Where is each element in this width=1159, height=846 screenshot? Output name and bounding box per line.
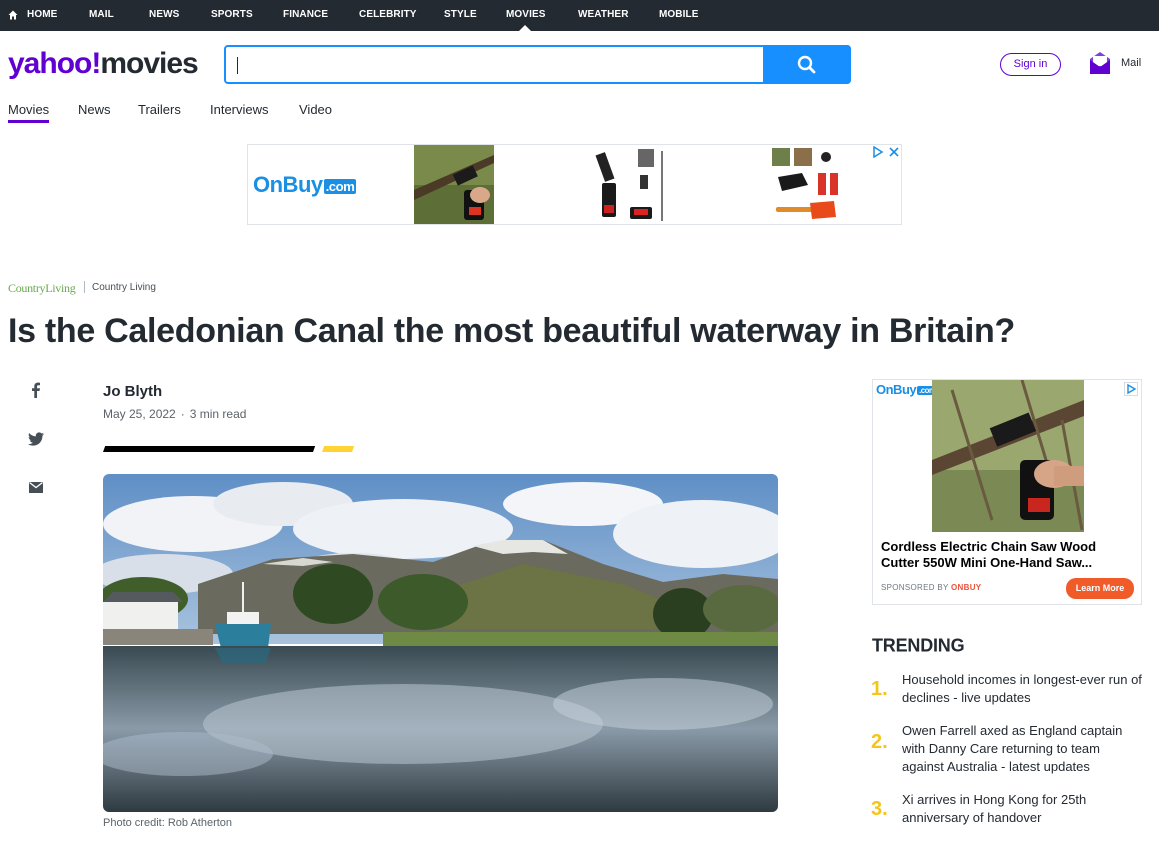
sign-in-button[interactable]: Sign in bbox=[1000, 53, 1061, 76]
sponsored-by-label: SPONSORED BY ONBUY bbox=[881, 583, 982, 592]
search-box[interactable] bbox=[224, 45, 851, 84]
ad-product-image-3 bbox=[770, 145, 850, 224]
ad-product-image-1 bbox=[414, 145, 494, 224]
subnav-interviews[interactable]: Interviews bbox=[210, 102, 269, 117]
home-icon[interactable] bbox=[8, 10, 18, 20]
source-name[interactable]: Country Living bbox=[92, 282, 156, 293]
read-time: 3 min read bbox=[189, 407, 247, 421]
logo-section: movies bbox=[100, 47, 198, 80]
facebook-icon[interactable] bbox=[27, 381, 45, 399]
top-nav-sports[interactable]: SPORTS bbox=[211, 0, 253, 31]
meta-separator: · bbox=[180, 407, 185, 421]
subnav-trailers[interactable]: Trailers bbox=[138, 102, 181, 117]
author-name[interactable]: Jo Blyth bbox=[103, 383, 162, 400]
yahoo-movies-logo[interactable]: yahoo!movies bbox=[8, 44, 199, 84]
article-headline: Is the Caledonian Canal the most beautif… bbox=[8, 312, 1015, 350]
adchoices-icon[interactable] bbox=[1124, 382, 1138, 396]
mail-icon[interactable] bbox=[1089, 51, 1111, 76]
trending-rank: 2. bbox=[871, 731, 888, 753]
learn-more-button[interactable]: Learn More bbox=[1066, 578, 1134, 599]
top-nav-mail[interactable]: MAIL bbox=[89, 0, 114, 31]
top-nav-weather[interactable]: WEATHER bbox=[578, 0, 629, 31]
article-hero-image[interactable] bbox=[103, 474, 778, 812]
top-nav-finance[interactable]: FINANCE bbox=[283, 0, 328, 31]
byline-divider-yellow bbox=[322, 446, 355, 452]
top-nav-style[interactable]: STYLE bbox=[444, 0, 477, 31]
photo-credit: Photo credit: Rob Atherton bbox=[103, 817, 233, 829]
search-input[interactable] bbox=[236, 54, 756, 76]
subnav-movies[interactable]: Movies bbox=[8, 102, 49, 117]
top-navigation-bar: HOME MAIL NEWS SPORTS FINANCE CELEBRITY … bbox=[0, 0, 1159, 31]
subnav-video[interactable]: Video bbox=[299, 102, 332, 117]
active-tab-indicator bbox=[519, 25, 531, 31]
logo-yahoo: yahoo! bbox=[8, 47, 101, 80]
banner-ad[interactable]: OnBuy .com bbox=[247, 144, 902, 225]
trending-item-2[interactable]: Owen Farrell axed as England captain wit… bbox=[902, 722, 1142, 776]
subnav-active-underline bbox=[8, 120, 49, 123]
email-icon[interactable] bbox=[27, 478, 45, 496]
twitter-icon[interactable] bbox=[27, 430, 45, 448]
text-cursor bbox=[237, 57, 238, 74]
trending-item-3[interactable]: Xi arrives in Hong Kong for 25th anniver… bbox=[902, 791, 1142, 827]
trending-item-1[interactable]: Household incomes in longest-ever run of… bbox=[902, 671, 1142, 707]
publish-date: May 25, 2022 bbox=[103, 407, 176, 421]
close-icon[interactable] bbox=[888, 146, 900, 158]
top-nav-news[interactable]: NEWS bbox=[149, 0, 179, 31]
sidebar-ad[interactable]: OnBuy .com Cordless Electric Chain Saw Wo… bbox=[872, 379, 1142, 605]
side-ad-brand-logo: OnBuy .com bbox=[876, 382, 938, 397]
article-meta: May 25, 2022 · 3 min read bbox=[103, 407, 246, 421]
adchoices-icon[interactable] bbox=[872, 146, 884, 158]
search-icon bbox=[797, 55, 816, 74]
mail-link[interactable]: Mail bbox=[1121, 57, 1141, 69]
ad-brand-logo: OnBuy .com bbox=[253, 172, 357, 197]
top-nav-mobile[interactable]: MOBILE bbox=[659, 0, 699, 31]
side-ad-title[interactable]: Cordless Electric Chain Saw Wood Cutter … bbox=[881, 539, 1131, 571]
trending-heading: TRENDING bbox=[872, 634, 965, 656]
subnav-news[interactable]: News bbox=[78, 102, 111, 117]
canal-landscape-photo bbox=[103, 474, 778, 812]
side-ad-product-image bbox=[932, 380, 1084, 532]
ad-product-image-2 bbox=[590, 145, 675, 224]
source-divider bbox=[84, 281, 85, 293]
search-button[interactable] bbox=[763, 45, 851, 84]
trending-rank: 3. bbox=[871, 798, 888, 820]
trending-rank: 1. bbox=[871, 678, 888, 700]
top-nav-home[interactable]: HOME bbox=[27, 0, 57, 31]
source-logo[interactable]: CountryLiving bbox=[8, 281, 76, 296]
byline-divider-black bbox=[103, 446, 316, 452]
top-nav-celebrity[interactable]: CELEBRITY bbox=[359, 0, 417, 31]
